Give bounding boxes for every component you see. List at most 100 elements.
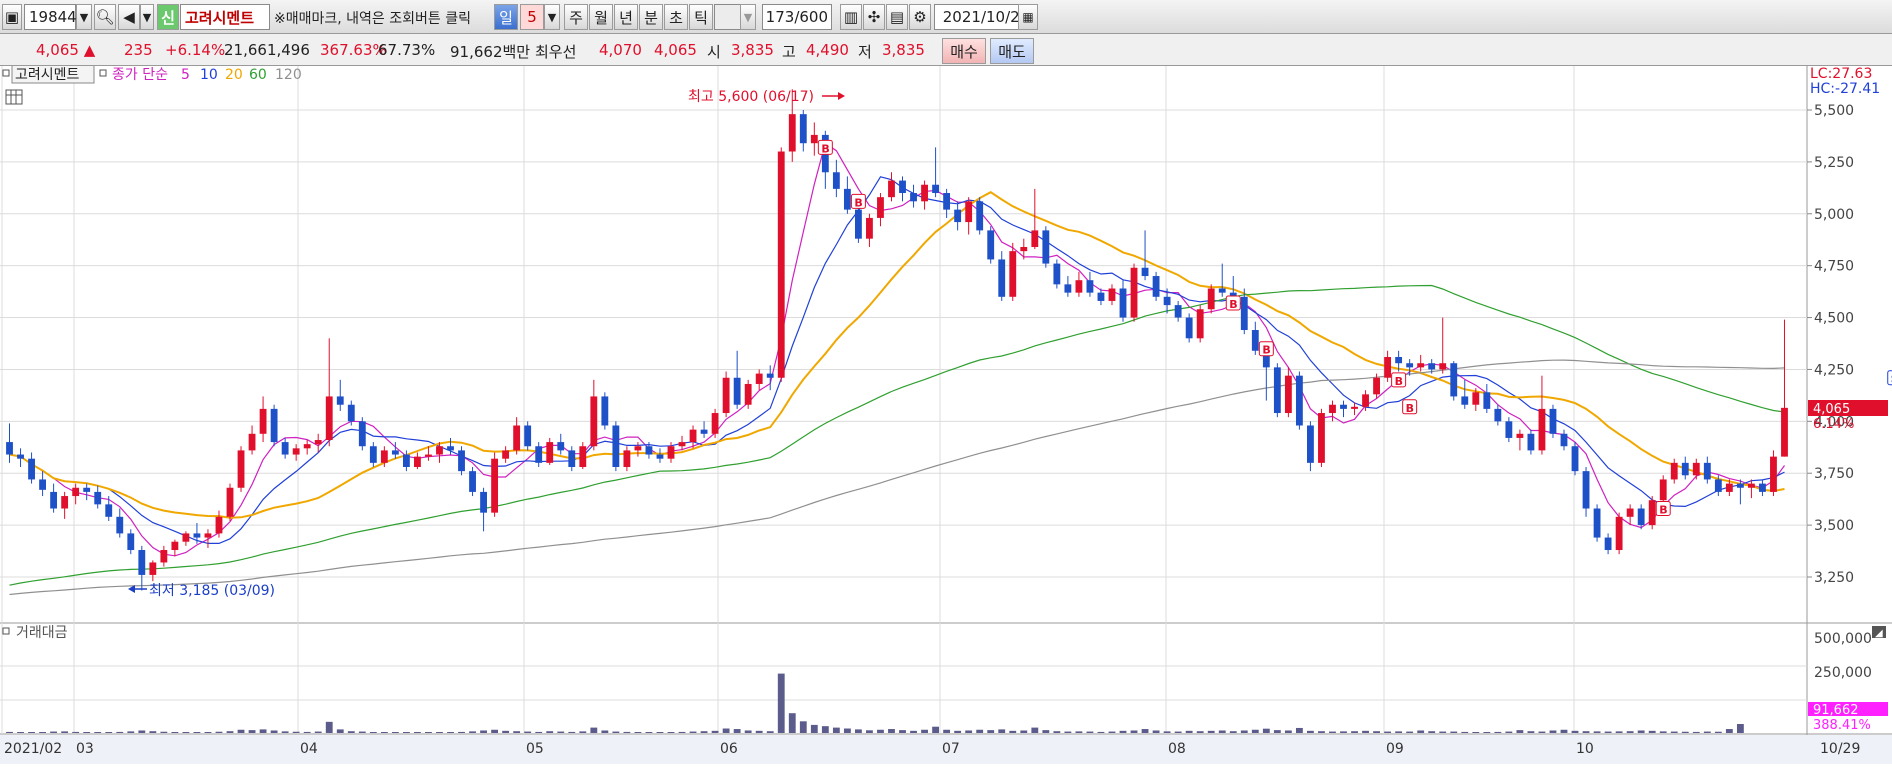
y-tick-label: 3,250 xyxy=(1814,570,1854,586)
chart-area[interactable]: 5,500 5,250 5,000 4,750 4,500 4,250 4,000 3,750… xyxy=(0,64,1892,764)
volume-bar xyxy=(888,729,895,733)
save-icon[interactable]: ▤ xyxy=(886,4,908,30)
sell-button[interactable]: 매도 xyxy=(990,38,1034,64)
volume-bar xyxy=(1097,731,1105,733)
candle-body xyxy=(877,197,884,218)
crosshair-icon[interactable]: ✣ xyxy=(863,4,885,30)
code-dropdown-chevron-icon[interactable]: ▼ xyxy=(76,4,92,30)
candle-body xyxy=(1450,363,1458,397)
candle-body xyxy=(524,425,532,447)
candle-body xyxy=(314,440,322,445)
period-dropdown-icon[interactable]: ▼ xyxy=(544,4,560,30)
volume-bar xyxy=(1516,730,1524,733)
candle-body xyxy=(1747,483,1755,488)
legend-ma120: 120 xyxy=(275,67,302,83)
candle-body xyxy=(645,446,653,455)
candle-body xyxy=(1108,288,1116,301)
candle-body xyxy=(832,172,840,189)
calendar-icon[interactable]: ▦ xyxy=(1018,4,1038,30)
stock-chart[interactable]: 5,5005,2505,0004,7504,5004,2504,0003,750… xyxy=(0,64,1892,764)
candle-body xyxy=(469,471,476,492)
candle-body xyxy=(1031,230,1039,247)
grid-table-icon[interactable] xyxy=(5,89,23,105)
candle-body xyxy=(678,442,686,447)
period-year-button[interactable]: 년 xyxy=(614,4,638,30)
volume-bar xyxy=(1229,731,1237,733)
volume-bar xyxy=(28,732,35,733)
volume-bar xyxy=(568,731,576,733)
candle-settings-icon[interactable]: ▥ xyxy=(840,4,862,30)
volume-bar xyxy=(667,732,675,733)
candle-body xyxy=(899,180,906,194)
volume-bar xyxy=(314,731,322,733)
period-second-button[interactable]: 초 xyxy=(664,4,688,30)
speaker-dropdown-icon[interactable]: ▼ xyxy=(140,4,154,30)
candle-body xyxy=(1295,375,1303,426)
candle-body xyxy=(1042,230,1050,264)
volume-bar xyxy=(1207,730,1215,733)
volume-bar xyxy=(877,729,884,733)
candle-body xyxy=(1141,267,1149,277)
candle-body xyxy=(1395,356,1403,364)
volume-tick-label: 500,000 xyxy=(1814,631,1872,647)
candle-body xyxy=(513,425,521,451)
volume-bar xyxy=(226,731,234,733)
period-minute-button[interactable]: 분 xyxy=(639,4,663,30)
volume-bar xyxy=(270,730,278,733)
speaker-icon[interactable]: ◀ xyxy=(118,4,140,30)
candle-body xyxy=(634,446,642,451)
turnover-rate: 67.73% xyxy=(378,41,436,59)
candle-body xyxy=(667,446,675,459)
candle-body xyxy=(1604,537,1612,551)
high-label: 고 xyxy=(782,43,796,61)
candle-body xyxy=(910,193,917,202)
candle-body xyxy=(1351,406,1358,409)
volume-bar xyxy=(1571,730,1579,733)
candle-body xyxy=(105,504,113,517)
volume-pct-tag: 388.41% xyxy=(1813,718,1871,733)
volume-bar xyxy=(72,731,80,733)
volume-bar xyxy=(1736,724,1744,733)
svg-text:B: B xyxy=(1229,298,1237,311)
x-tick-label: 2021/02 xyxy=(4,741,62,757)
stock-code-input[interactable]: 198440 xyxy=(24,4,86,30)
gear-icon[interactable]: ⚙ xyxy=(909,4,931,30)
svg-text:B: B xyxy=(1659,504,1667,517)
candle-body xyxy=(1097,292,1105,301)
candle-body xyxy=(61,496,69,509)
candle-body xyxy=(1670,462,1678,480)
volume-bar xyxy=(171,732,179,733)
candle-body xyxy=(391,450,399,455)
volume-bar xyxy=(17,732,24,733)
chart-toolbar: ▣ 198440 ▼ 🔍︎ ◀ ▼ 신 고려시멘트 ※매매마크, 내역은 조회버… xyxy=(0,0,1892,34)
screen-menu-icon[interactable]: ▣ xyxy=(2,4,22,30)
period-month-button[interactable]: 월 xyxy=(589,4,613,30)
candle-body xyxy=(28,458,35,480)
volume-bar xyxy=(954,730,962,733)
volume-bar xyxy=(248,730,256,733)
volume-bar xyxy=(645,732,653,733)
volume-bar xyxy=(921,729,928,733)
candle-body xyxy=(954,209,962,223)
volume-bar xyxy=(843,728,851,733)
y-tick-label: 4,500 xyxy=(1814,311,1854,327)
volume-bar xyxy=(700,731,708,733)
legend-ma20: 20 xyxy=(225,67,243,83)
data-count-field[interactable]: 173/600 xyxy=(762,4,832,30)
stock-name-field[interactable]: 고려시멘트 xyxy=(180,4,270,30)
candle-body xyxy=(1626,508,1634,517)
candle-body xyxy=(965,201,973,223)
search-icon[interactable]: 🔍︎ xyxy=(94,4,116,30)
period-value-field[interactable]: 5 xyxy=(520,4,544,30)
volume-bar xyxy=(1714,731,1722,733)
candle-body xyxy=(182,533,190,542)
buy-button[interactable]: 매수 xyxy=(942,38,986,64)
period-day-button[interactable]: 일 xyxy=(494,4,518,30)
candle-body xyxy=(1130,267,1138,318)
period-week-button[interactable]: 주 xyxy=(564,4,588,30)
candle-body xyxy=(1307,425,1314,463)
interval-dropdown-icon[interactable]: ▼ xyxy=(740,4,756,30)
volume-bar xyxy=(1472,732,1480,733)
candle-body xyxy=(1637,508,1645,526)
period-tick-button[interactable]: 틱 xyxy=(689,4,713,30)
